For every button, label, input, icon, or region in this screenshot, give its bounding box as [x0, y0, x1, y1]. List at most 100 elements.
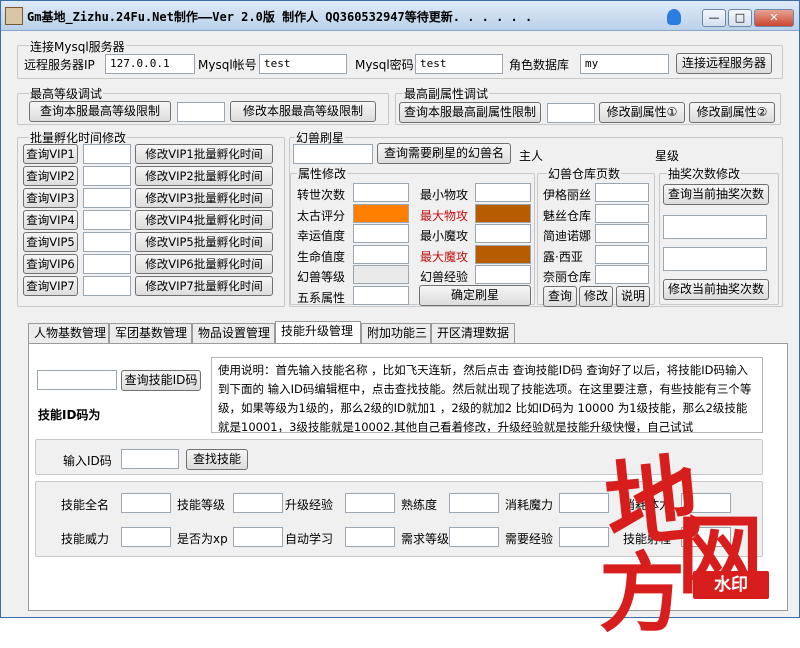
query-max-level-button[interactable]: 查询本服最高等级限制 — [29, 101, 171, 122]
modify-vip-button[interactable]: 修改VIP7批量孵化时间 — [135, 276, 273, 296]
modify-sub-1-button[interactable]: 修改副属性① — [599, 102, 685, 123]
modify-sub-2-button[interactable]: 修改副属性② — [689, 102, 775, 123]
attr-input[interactable] — [353, 244, 409, 264]
attr-input[interactable] — [475, 183, 531, 202]
skill-field-input[interactable] — [449, 493, 499, 513]
user-label: Mysql帐号 — [198, 58, 257, 72]
vip-input[interactable] — [83, 276, 131, 296]
minimize-button[interactable]: — — [702, 9, 726, 27]
skill-field-label: 需求等级 — [401, 532, 450, 546]
warehouse-query-button[interactable]: 查询 — [543, 286, 577, 307]
skill-id-input[interactable] — [121, 449, 179, 469]
query-vip-button[interactable]: 查询VIP1 — [23, 144, 78, 164]
warehouse-input[interactable] — [595, 265, 649, 284]
input-id-label: 输入ID码 — [63, 454, 112, 468]
attr-input[interactable] — [475, 265, 531, 284]
skill-field-label: 自动学习 — [285, 532, 334, 546]
warehouse-input[interactable] — [595, 224, 649, 243]
title-bar[interactable]: Gm基地_Zizhu.24Fu.Net制作——Ver 2.0版 制作人 QQ36… — [1, 1, 799, 31]
lottery-input-1[interactable] — [663, 215, 767, 239]
query-vip-button[interactable]: 查询VIP7 — [23, 276, 78, 296]
attr-input[interactable] — [475, 244, 531, 264]
tab-0[interactable]: 人物基数管理 — [28, 323, 109, 343]
water-drop-icon — [667, 9, 681, 25]
modify-lottery-button[interactable]: 修改当前抽奖次数 — [663, 279, 769, 300]
warehouse-input[interactable] — [595, 203, 649, 223]
database-label: 角色数据库 — [509, 58, 570, 72]
attr-input[interactable] — [353, 183, 409, 202]
query-pet-button[interactable]: 查询需要刷星的幻兽名 — [377, 143, 511, 164]
maximize-button[interactable]: □ — [728, 9, 752, 27]
vip-input[interactable] — [83, 210, 131, 230]
vip-input[interactable] — [83, 166, 131, 186]
attr-input[interactable] — [353, 265, 409, 284]
query-max-sub-button[interactable]: 查询本服最高副属性限制 — [399, 102, 541, 123]
user-input[interactable]: test — [259, 54, 347, 74]
warehouse-help-button[interactable]: 说明 — [616, 286, 650, 307]
query-vip-button[interactable]: 查询VIP3 — [23, 188, 78, 208]
tab-3[interactable]: 技能升级管理 — [275, 321, 361, 344]
vip-input[interactable] — [83, 144, 131, 164]
close-button[interactable]: ✕ — [754, 9, 794, 27]
app-icon — [5, 7, 23, 25]
warehouse-label: 露·西亚 — [543, 249, 583, 264]
vip-input[interactable] — [83, 232, 131, 252]
connect-server-button[interactable]: 连接远程服务器 — [676, 53, 772, 74]
skill-field-input[interactable] — [233, 527, 283, 547]
warehouse-input[interactable] — [595, 244, 649, 264]
attr-input[interactable] — [475, 224, 531, 243]
tab-1[interactable]: 军团基数管理 — [109, 323, 192, 343]
pet-name-input[interactable] — [293, 144, 373, 164]
host-label: 远程服务器IP — [24, 58, 95, 72]
attr-label: 最大物攻 — [420, 208, 469, 223]
attr-input[interactable] — [353, 203, 409, 223]
skill-field-input[interactable] — [345, 527, 395, 547]
skill-field-input[interactable] — [559, 493, 609, 513]
modify-vip-button[interactable]: 修改VIP2批量孵化时间 — [135, 166, 273, 186]
attr-input[interactable] — [475, 203, 531, 223]
skill-field-input[interactable] — [233, 493, 283, 513]
warehouse-label: 简迪诺娜 — [543, 229, 592, 243]
query-lottery-button[interactable]: 查询当前抽奖次数 — [663, 184, 769, 205]
query-vip-button[interactable]: 查询VIP2 — [23, 166, 78, 186]
vip-input[interactable] — [83, 254, 131, 274]
query-skill-id-button[interactable]: 查询技能ID码 — [121, 370, 201, 391]
query-vip-button[interactable]: 查询VIP6 — [23, 254, 78, 274]
modify-vip-button[interactable]: 修改VIP4批量孵化时间 — [135, 210, 273, 230]
host-input[interactable]: 127.0.0.1 — [105, 54, 195, 74]
modify-vip-button[interactable]: 修改VIP1批量孵化时间 — [135, 144, 273, 164]
skill-field-input[interactable] — [345, 493, 395, 513]
skill-name-input[interactable] — [37, 370, 117, 390]
database-input[interactable]: my — [580, 54, 669, 74]
tab-5[interactable]: 开区清理数据 — [431, 323, 515, 343]
lottery-input-2[interactable] — [663, 247, 767, 271]
modify-vip-button[interactable]: 修改VIP6批量孵化时间 — [135, 254, 273, 274]
skill-field-input[interactable] — [121, 493, 171, 513]
confirm-star-button[interactable]: 确定刷星 — [419, 285, 531, 306]
query-vip-button[interactable]: 查询VIP5 — [23, 232, 78, 252]
attr-label: 幻兽经验 — [420, 270, 469, 284]
tab-4[interactable]: 附加功能三 — [361, 323, 431, 343]
max-sub-input[interactable] — [547, 103, 595, 123]
skill-field-input[interactable] — [449, 527, 499, 547]
password-label: Mysql密码 — [355, 58, 414, 72]
query-vip-button[interactable]: 查询VIP4 — [23, 210, 78, 230]
attr-label: 幻兽等级 — [297, 270, 346, 284]
modify-vip-button[interactable]: 修改VIP3批量孵化时间 — [135, 188, 273, 208]
vip-input[interactable] — [83, 188, 131, 208]
modify-max-level-button[interactable]: 修改本服最高等级限制 — [230, 101, 376, 122]
watermark-char-3: 方 — [599, 543, 685, 644]
skill-field-label: 技能全名 — [61, 498, 110, 512]
tab-2[interactable]: 物品设置管理 — [192, 323, 275, 343]
warehouse-input[interactable] — [595, 183, 649, 202]
max-level-input[interactable] — [177, 102, 225, 122]
find-skill-button[interactable]: 查找技能 — [186, 449, 248, 470]
password-input[interactable]: test — [415, 54, 503, 74]
skill-field-label: 消耗魔力 — [505, 498, 554, 512]
attr-label: 转世次数 — [297, 188, 346, 202]
modify-vip-button[interactable]: 修改VIP5批量孵化时间 — [135, 232, 273, 252]
warehouse-modify-button[interactable]: 修改 — [579, 286, 613, 307]
attr-input[interactable] — [353, 285, 409, 305]
attr-input[interactable] — [353, 224, 409, 243]
skill-field-input[interactable] — [121, 527, 171, 547]
